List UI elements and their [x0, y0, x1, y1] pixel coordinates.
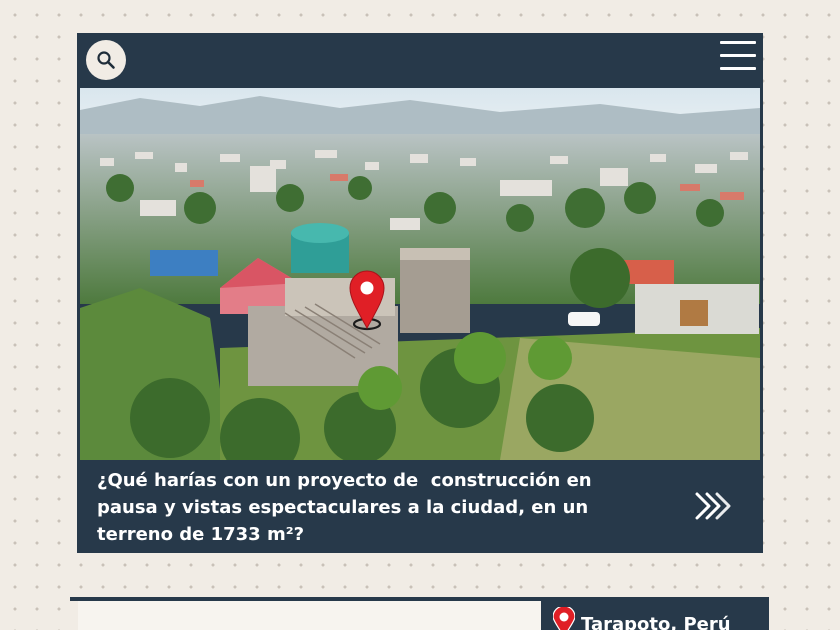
- location-tag[interactable]: Tarapoto, Perú: [541, 601, 769, 630]
- location-label: Tarapoto, Perú: [581, 614, 731, 630]
- next-button[interactable]: [689, 486, 733, 526]
- search-button[interactable]: [86, 40, 126, 80]
- search-icon: [97, 51, 115, 69]
- double-chevron-right-icon: [695, 492, 731, 520]
- hamburger-menu-icon: [720, 41, 756, 44]
- aerial-photo: [80, 88, 760, 460]
- location-pin-icon: [553, 607, 575, 630]
- hero-image[interactable]: [80, 88, 760, 460]
- post-card: ¿Qué harías con un proyecto de construcc…: [77, 33, 763, 553]
- menu-button[interactable]: [720, 40, 756, 72]
- hamburger-menu-icon-bottom: [720, 67, 756, 70]
- post-caption: ¿Qué harías con un proyecto de construcc…: [97, 470, 598, 545]
- bottom-content-panel: [78, 601, 541, 630]
- hamburger-menu-icon-middle: [720, 54, 756, 57]
